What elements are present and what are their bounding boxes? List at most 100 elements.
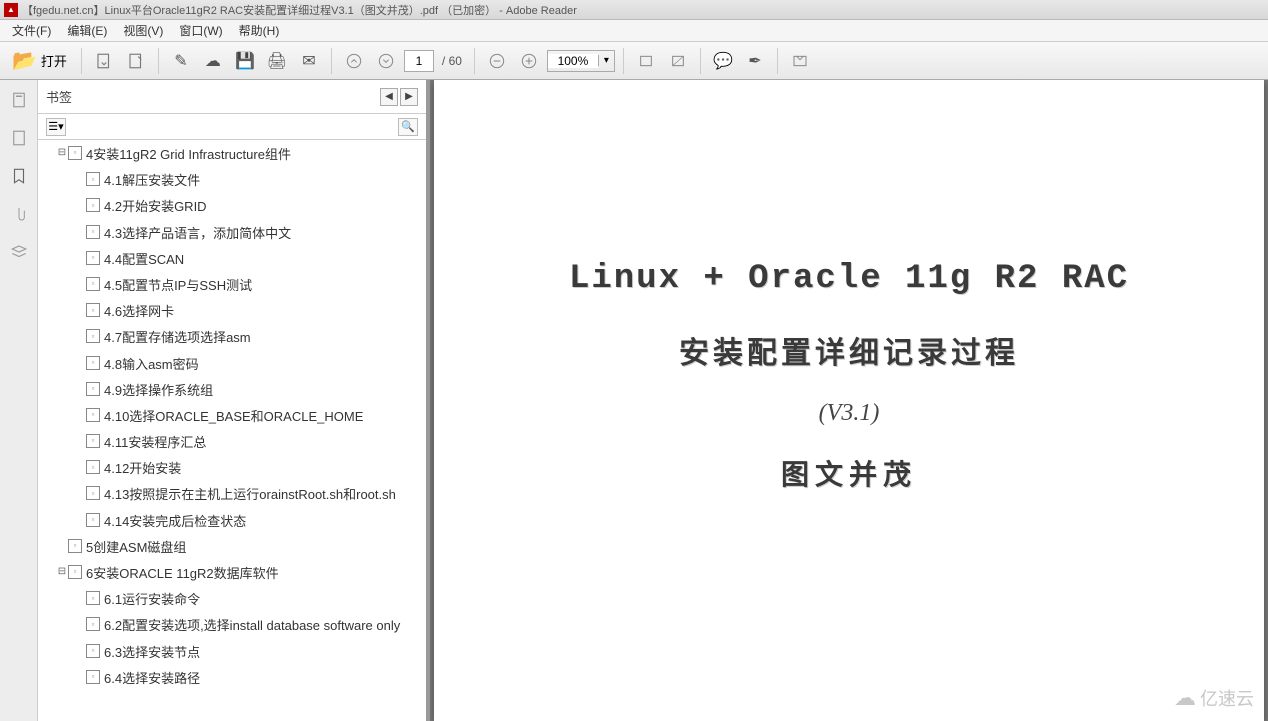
bookmark-icon: ▫ — [68, 539, 82, 553]
bookmark-item[interactable]: ▫4.8输入asm密码 — [38, 352, 426, 378]
pdf-icon: ▲ — [4, 3, 18, 17]
thumbnails-tab-icon[interactable] — [7, 88, 31, 112]
bookmark-item[interactable]: ⊟▫4安装11gR2 Grid Infrastructure组件 — [38, 142, 426, 168]
bookmark-item[interactable]: ▫4.4配置SCAN — [38, 247, 426, 273]
bookmark-item[interactable]: ▫4.12开始安装 — [38, 456, 426, 482]
chevron-down-icon[interactable]: ▾ — [598, 55, 614, 66]
bookmark-icon: ▫ — [68, 146, 82, 160]
zoom-select[interactable]: ▾ — [547, 50, 615, 72]
bookmark-item[interactable]: ▫4.10选择ORACLE_BASE和ORACLE_HOME — [38, 404, 426, 430]
side-tab-strip — [0, 80, 38, 721]
bookmark-item[interactable]: ▫4.2开始安装GRID — [38, 194, 426, 220]
menu-window[interactable]: 窗口(W) — [171, 20, 230, 41]
bookmark-item[interactable]: ⊟▫6安装ORACLE 11gR2数据库软件 — [38, 561, 426, 587]
bookmarks-tree[interactable]: ⊟▫4安装11gR2 Grid Infrastructure组件▫4.1解压安装… — [38, 140, 426, 721]
separator — [700, 48, 701, 74]
doc-note: 图文并茂 — [494, 453, 1204, 493]
toolbar: 📂 打开 ✎ ☁ 💾 🖨 ✉ / 60 ▾ 💬 ✒ — [0, 42, 1268, 80]
read-mode-icon[interactable] — [786, 47, 814, 75]
page-up-icon[interactable] — [340, 47, 368, 75]
pdf-page: Linux + Oracle 11g R2 RAC 安装配置详细记录过程 (V3… — [434, 80, 1264, 721]
bookmark-item[interactable]: ▫6.2配置安装选项,选择install database software o… — [38, 613, 426, 639]
bookmark-icon: ▫ — [68, 565, 82, 579]
bookmark-item[interactable]: ▫4.1解压安装文件 — [38, 168, 426, 194]
bookmark-item[interactable]: ▫4.9选择操作系统组 — [38, 378, 426, 404]
bookmark-item[interactable]: ▫4.7配置存储选项选择asm — [38, 325, 426, 351]
separator — [81, 48, 82, 74]
fit-page-icon[interactable] — [664, 47, 692, 75]
menu-file[interactable]: 文件(F) — [4, 20, 59, 41]
doc-version: (V3.1) — [494, 400, 1204, 427]
bookmark-item[interactable]: ▫5创建ASM磁盘组 — [38, 535, 426, 561]
cloud-icon[interactable]: ☁ — [199, 47, 227, 75]
bookmark-icon: ▫ — [86, 251, 100, 265]
email-icon[interactable]: ✉ — [295, 47, 323, 75]
export-pdf-icon[interactable] — [90, 47, 118, 75]
bookmarks-title: 书签 — [46, 87, 72, 106]
bookmark-icon: ▫ — [86, 513, 100, 527]
menu-edit[interactable]: 编辑(E) — [59, 20, 115, 41]
zoom-in-icon[interactable] — [515, 47, 543, 75]
bookmark-label: 4.13按照提示在主机上运行orainstRoot.sh和root.sh — [104, 486, 422, 504]
bookmarks-header: 书签 ◀ ▶ — [38, 80, 426, 114]
bookmark-icon: ▫ — [86, 382, 100, 396]
bookmark-label: 6.3选择安装节点 — [104, 644, 422, 662]
save-icon[interactable]: 💾 — [231, 47, 259, 75]
bookmarks-toolbar: ☰▾ 🔍 — [38, 114, 426, 140]
bookmark-item[interactable]: ▫4.5配置节点IP与SSH测试 — [38, 273, 426, 299]
separator — [331, 48, 332, 74]
create-pdf-icon[interactable] — [122, 47, 150, 75]
menu-help[interactable]: 帮助(H) — [231, 20, 288, 41]
bookmark-item[interactable]: ▫6.3选择安装节点 — [38, 640, 426, 666]
bookmark-item[interactable]: ▫4.11安装程序汇总 — [38, 430, 426, 456]
window-title: 【fgedu.net.cn】Linux平台Oracle11gR2 RAC安装配置… — [22, 2, 577, 18]
bookmark-label: 4.3选择产品语言，添加简体中文 — [104, 225, 422, 243]
bookmark-label: 4.8输入asm密码 — [104, 356, 422, 374]
page-down-icon[interactable] — [372, 47, 400, 75]
bookmark-icon: ▫ — [86, 329, 100, 343]
watermark-text: 亿速云 — [1200, 685, 1254, 711]
bookmark-find-icon[interactable]: 🔍 — [398, 118, 418, 136]
bookmark-icon: ▫ — [86, 670, 100, 684]
folder-icon: 📂 — [12, 48, 37, 73]
bookmark-label: 6.2配置安装选项,选择install database software on… — [104, 617, 422, 635]
separator — [777, 48, 778, 74]
edit-icon[interactable]: ✎ — [167, 47, 195, 75]
bookmark-item[interactable]: ▫4.3选择产品语言，添加简体中文 — [38, 221, 426, 247]
bookmark-next-icon[interactable]: ▶ — [400, 88, 418, 106]
bookmark-item[interactable]: ▫4.13按照提示在主机上运行orainstRoot.sh和root.sh — [38, 482, 426, 508]
bookmarks-tab-icon[interactable] — [7, 164, 31, 188]
bookmark-icon: ▫ — [86, 172, 100, 186]
bookmark-options-icon[interactable]: ☰▾ — [46, 118, 66, 136]
menu-view[interactable]: 视图(V) — [115, 20, 171, 41]
sign-icon[interactable]: ✒ — [741, 47, 769, 75]
bookmark-icon: ▫ — [86, 408, 100, 422]
print-icon[interactable]: 🖨 — [263, 47, 291, 75]
bookmark-item[interactable]: ▫6.1运行安装命令 — [38, 587, 426, 613]
comment-icon[interactable]: 💬 — [709, 47, 737, 75]
zoom-value[interactable] — [548, 54, 598, 68]
document-area[interactable]: Linux + Oracle 11g R2 RAC 安装配置详细记录过程 (V3… — [430, 80, 1268, 721]
bookmark-label: 4.14安装完成后检查状态 — [104, 513, 422, 531]
bookmark-item[interactable]: ▫ 4.14安装完成后检查状态 — [38, 509, 426, 535]
fit-width-icon[interactable] — [632, 47, 660, 75]
attachments-tab-icon[interactable] — [7, 202, 31, 226]
layers-tab-icon[interactable] — [7, 240, 31, 264]
separator — [158, 48, 159, 74]
titlebar: ▲ 【fgedu.net.cn】Linux平台Oracle11gR2 RAC安装… — [0, 0, 1268, 20]
pages-tab-icon[interactable] — [7, 126, 31, 150]
open-label: 打开 — [41, 51, 67, 70]
bookmark-toggle-icon[interactable]: ⊟ — [56, 146, 68, 160]
page-total: / 60 — [438, 54, 466, 68]
zoom-out-icon[interactable] — [483, 47, 511, 75]
watermark: ☁ 亿速云 — [1174, 685, 1254, 711]
bookmark-item[interactable]: ▫4.6选择网卡 — [38, 299, 426, 325]
open-button[interactable]: 📂 打开 — [6, 47, 73, 75]
page-input[interactable] — [404, 50, 434, 72]
doc-title: Linux + Oracle 11g R2 RAC — [494, 260, 1204, 298]
bookmark-icon: ▫ — [86, 303, 100, 317]
bookmark-item[interactable]: ▫6.4选择安装路径 — [38, 666, 426, 692]
bookmark-label: 4.11安装程序汇总 — [104, 434, 422, 452]
bookmark-prev-icon[interactable]: ◀ — [380, 88, 398, 106]
bookmark-toggle-icon[interactable]: ⊟ — [56, 565, 68, 579]
